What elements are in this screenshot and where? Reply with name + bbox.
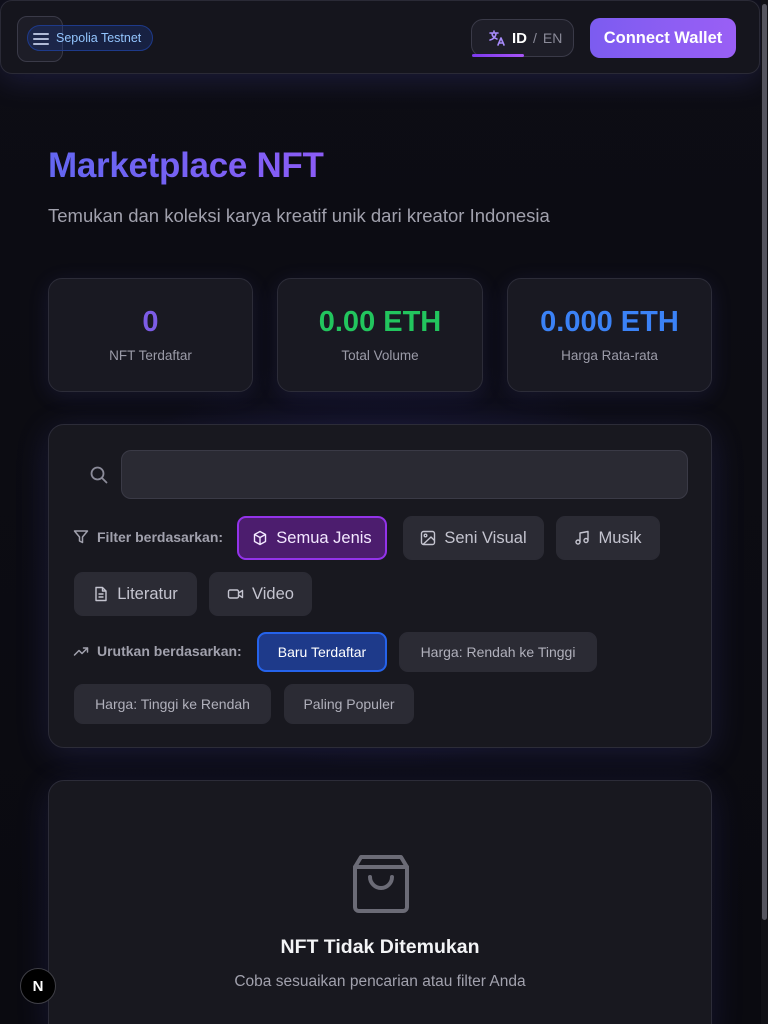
page-subtitle: Temukan dan koleksi karya kreatif unik d…	[48, 205, 550, 226]
empty-state-title: NFT Tidak Ditemukan	[280, 936, 480, 958]
sort-label: Urutkan berdasarkan:	[73, 643, 242, 659]
type-filter-label: Filter berdasarkan:	[73, 529, 223, 545]
language-option-id[interactable]: ID	[512, 30, 527, 47]
chip-label: Paling Populer	[303, 696, 395, 712]
empty-state-card: NFT Tidak Ditemukan Coba sesuaikan penca…	[48, 780, 712, 1024]
page-title: Marketplace NFT	[48, 146, 324, 185]
sort-chip-newest[interactable]: Baru Terdaftar	[257, 632, 387, 672]
chip-label: Musik	[598, 528, 642, 547]
sort-chip-most-popular[interactable]: Paling Populer	[284, 684, 414, 724]
type-chip-all[interactable]: Semua Jenis	[237, 516, 387, 560]
type-chip-literature[interactable]: Literatur	[74, 572, 197, 616]
chip-label: Harga: Tinggi ke Rendah	[95, 696, 250, 712]
translate-icon	[489, 30, 505, 46]
type-chip-music[interactable]: Musik	[556, 516, 660, 560]
stat-value: 0	[142, 306, 159, 338]
shopping-bag-icon	[353, 855, 409, 913]
stat-card-nft-listed: 0 NFT Terdaftar	[48, 278, 253, 392]
sort-chip-price-high-low[interactable]: Harga: Tinggi ke Rendah	[74, 684, 271, 724]
language-option-en[interactable]: EN	[543, 30, 562, 46]
type-chip-visual-art[interactable]: Seni Visual	[403, 516, 544, 560]
empty-state-description: Coba sesuaikan pencarian atau filter And…	[234, 973, 526, 990]
language-separator: /	[533, 30, 537, 46]
type-filter-label-text: Filter berdasarkan:	[97, 529, 224, 545]
stat-value: 0.000 ETH	[540, 306, 679, 338]
stat-label: NFT Terdaftar	[109, 348, 192, 363]
stat-label: Harga Rata-rata	[561, 348, 658, 363]
connect-wallet-button[interactable]: Connect Wallet	[590, 18, 736, 58]
top-navbar: Sepolia Testnet ID / EN Connect Wallet	[0, 0, 760, 74]
image-icon	[421, 530, 436, 546]
filter-panel: Filter berdasarkan: Semua Jenis Seni Vis…	[48, 424, 712, 748]
chip-label: Literatur	[117, 584, 178, 603]
stat-card-total-volume: 0.00 ETH Total Volume	[277, 278, 483, 392]
chip-label: Video	[252, 584, 294, 603]
scrollbar-thumb[interactable]	[762, 4, 767, 920]
stat-card-average-price: 0.000 ETH Harga Rata-rata	[507, 278, 712, 392]
trending-up-icon	[73, 647, 89, 656]
language-switcher[interactable]: ID / EN	[471, 19, 574, 57]
network-badge: Sepolia Testnet	[27, 25, 154, 51]
chip-label: Baru Terdaftar	[277, 644, 367, 660]
chip-label: Seni Visual	[444, 528, 527, 547]
filter-icon	[73, 530, 89, 544]
box-icon	[254, 530, 267, 546]
stat-label: Total Volume	[341, 348, 419, 363]
video-icon	[227, 589, 244, 599]
language-active-indicator	[472, 54, 524, 57]
chip-label: Harga: Rendah ke Tinggi	[420, 644, 576, 660]
type-chip-video[interactable]: Video	[209, 572, 312, 616]
search-input[interactable]	[121, 450, 688, 499]
sort-label-text: Urutkan berdasarkan:	[97, 643, 242, 659]
search-icon	[90, 466, 108, 484]
stat-value: 0.00 ETH	[318, 306, 442, 338]
music-icon	[575, 530, 590, 545]
sort-chip-price-low-high[interactable]: Harga: Rendah ke Tinggi	[399, 632, 597, 672]
document-icon	[95, 586, 107, 602]
chip-label: Semua Jenis	[276, 528, 372, 547]
dev-tools-badge[interactable]: N	[20, 968, 56, 1004]
